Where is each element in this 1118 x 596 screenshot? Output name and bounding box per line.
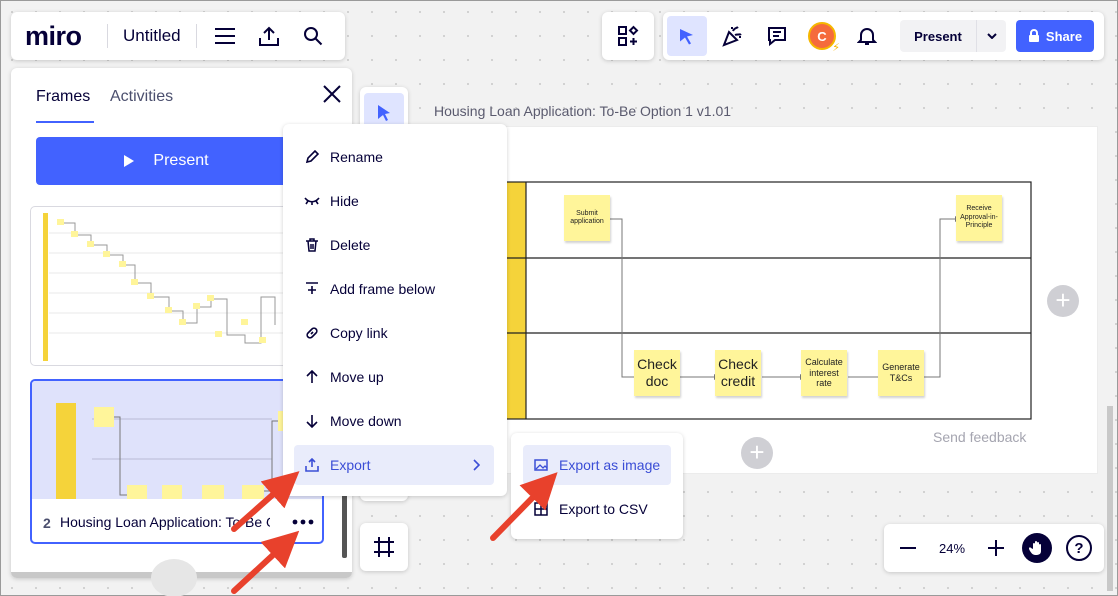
- frame-tool-icon[interactable]: [360, 523, 408, 571]
- play-icon: [124, 155, 135, 167]
- divider: [195, 24, 197, 48]
- close-icon[interactable]: [318, 80, 346, 108]
- frame-thumbnail-1[interactable]: [30, 206, 306, 366]
- menu-item-label: Move up: [330, 369, 384, 385]
- present-frames-label: Present: [153, 152, 209, 169]
- export-icon: [294, 458, 330, 472]
- menu-item-label: Add frame below: [330, 281, 436, 297]
- search-icon[interactable]: [291, 16, 335, 56]
- submenu-item-label: Export to CSV: [559, 501, 648, 517]
- avatar-letter: C: [817, 28, 827, 44]
- hand-tool-icon[interactable]: [1022, 533, 1052, 563]
- comment-icon[interactable]: [757, 16, 797, 56]
- scroll-thumb: [151, 559, 197, 596]
- sticky-note[interactable]: Submit application: [564, 195, 610, 241]
- share-button-label: Share: [1045, 28, 1083, 44]
- apps-icon[interactable]: [602, 12, 654, 60]
- arrow-down-icon: [294, 414, 330, 428]
- present-button-label: Present: [914, 28, 962, 44]
- collaboration-toolbar: C ⚡ Present Share: [663, 12, 1104, 60]
- link-icon: [294, 326, 330, 340]
- cursor-mode-icon[interactable]: [667, 16, 707, 56]
- menu-item-delete[interactable]: Delete: [294, 225, 494, 265]
- sticky-note[interactable]: Calculate interest rate: [801, 350, 847, 396]
- menu-item-export[interactable]: Export: [294, 445, 494, 485]
- eye-closed-icon: [294, 196, 330, 206]
- board-title[interactable]: Untitled: [108, 26, 196, 46]
- menu-item-move-down[interactable]: Move down: [294, 401, 494, 441]
- chevron-down-icon[interactable]: [976, 20, 1006, 52]
- present-button[interactable]: Present: [900, 20, 1006, 52]
- menu-item-label: Copy link: [330, 325, 388, 341]
- submenu-item-label: Export as image: [559, 457, 661, 473]
- frame-context-menu: Rename Hide Delete Add frame below Copy …: [283, 124, 507, 496]
- user-avatar[interactable]: C ⚡: [802, 16, 842, 56]
- top-left-toolbar: miro Untitled: [11, 12, 345, 60]
- send-feedback-link[interactable]: Send feedback: [933, 429, 1026, 445]
- sticky-note[interactable]: Receive Approval-in-Principle: [956, 195, 1002, 241]
- zoom-level[interactable]: 24%: [932, 541, 972, 556]
- frame-label[interactable]: Housing Loan Application: To-Be Option 1…: [434, 103, 731, 119]
- panel-scrollbar[interactable]: [342, 488, 347, 558]
- menu-item-move-up[interactable]: Move up: [294, 357, 494, 397]
- add-frame-icon: [294, 282, 330, 296]
- add-frame-right-icon[interactable]: +: [1047, 285, 1079, 317]
- menu-icon[interactable]: [203, 16, 247, 56]
- frame-number: 2: [43, 515, 51, 531]
- menu-item-label: Rename: [330, 149, 383, 165]
- notification-bell-icon[interactable]: [847, 16, 887, 56]
- menu-item-label: Delete: [330, 237, 371, 253]
- more-options-icon[interactable]: [288, 511, 318, 533]
- chevron-right-icon: [473, 458, 481, 474]
- menu-item-label: Hide: [330, 193, 359, 209]
- present-frames-button[interactable]: Present: [36, 137, 296, 185]
- swimlane-diagram: [505, 181, 1032, 420]
- frame-title: Housing Loan Application: To-Be Option 1…: [60, 514, 270, 530]
- lock-icon: [1028, 29, 1039, 42]
- upload-icon[interactable]: [247, 16, 291, 56]
- menu-item-rename[interactable]: Rename: [294, 137, 494, 177]
- frame-thumbnail-2[interactable]: 2 Housing Loan Application: To-Be Option…: [30, 379, 324, 544]
- panel-tabs: Frames Activities: [11, 68, 352, 124]
- pencil-icon: [294, 150, 330, 164]
- board-frame[interactable]: Submit application Receive Approval-in-P…: [434, 127, 1097, 473]
- tab-activities[interactable]: Activities: [110, 88, 173, 106]
- miro-logo[interactable]: miro: [11, 21, 107, 52]
- sticky-note[interactable]: Check doc: [634, 350, 680, 396]
- menu-item-export-csv[interactable]: Export to CSV: [523, 489, 671, 529]
- menu-item-export-image[interactable]: Export as image: [523, 445, 671, 485]
- trash-icon: [294, 238, 330, 252]
- sticky-note[interactable]: Check credit: [715, 350, 761, 396]
- menu-item-add-frame-below[interactable]: Add frame below: [294, 269, 494, 309]
- menu-item-label: Export: [330, 457, 371, 473]
- active-tab-indicator: [36, 121, 94, 123]
- frame-preview-1: [43, 213, 301, 361]
- menu-item-copy-link[interactable]: Copy link: [294, 313, 494, 353]
- celebration-icon[interactable]: [712, 16, 752, 56]
- tab-frames[interactable]: Frames: [36, 88, 90, 106]
- zoom-controls: 24% ?: [884, 524, 1104, 572]
- export-submenu: Export as image Export to CSV: [511, 433, 683, 539]
- menu-item-hide[interactable]: Hide: [294, 181, 494, 221]
- help-icon[interactable]: ?: [1066, 535, 1092, 561]
- board-scrollbar[interactable]: [1107, 406, 1113, 591]
- add-frame-below-icon[interactable]: +: [741, 437, 773, 469]
- image-icon: [523, 459, 559, 471]
- table-icon: [523, 502, 559, 516]
- share-button[interactable]: Share: [1016, 20, 1094, 52]
- lightning-icon: ⚡: [832, 42, 840, 54]
- sticky-note[interactable]: Generate T&Cs: [878, 350, 924, 396]
- menu-item-label: Move down: [330, 413, 402, 429]
- arrow-up-icon: [294, 370, 330, 384]
- zoom-in-icon[interactable]: [972, 524, 1020, 572]
- frame-preview-2: [32, 381, 322, 499]
- zoom-out-icon[interactable]: [884, 524, 932, 572]
